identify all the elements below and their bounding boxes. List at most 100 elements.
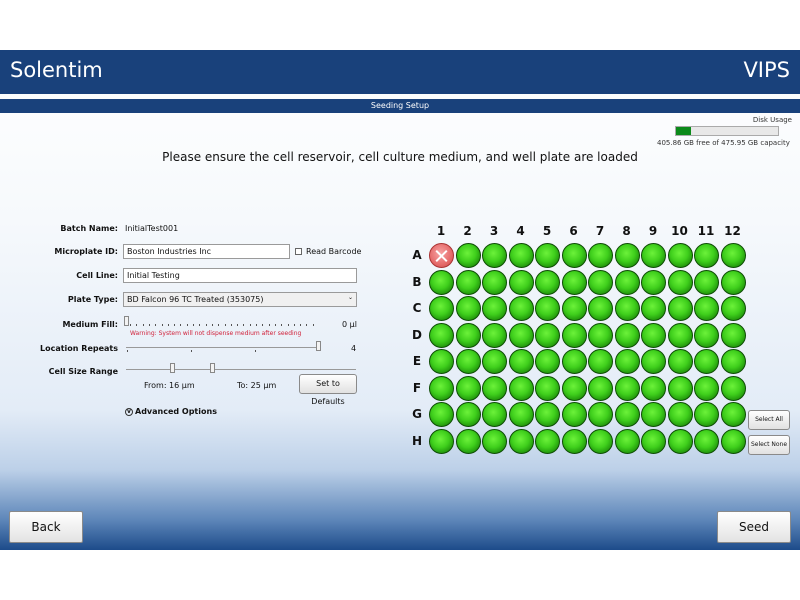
well-b5[interactable] <box>535 269 560 295</box>
well-g3[interactable] <box>482 402 507 427</box>
select-all-button[interactable]: Select All <box>748 410 790 430</box>
well-d5[interactable] <box>535 322 560 348</box>
well-a8[interactable] <box>614 243 640 268</box>
well-b6[interactable] <box>561 269 587 295</box>
well-d10[interactable] <box>667 322 693 348</box>
well-h12[interactable] <box>720 428 746 454</box>
well-a4[interactable] <box>508 243 534 268</box>
well-d11[interactable] <box>694 322 719 348</box>
well-e6[interactable] <box>561 349 587 374</box>
well-e11[interactable] <box>694 349 719 374</box>
well-b8[interactable] <box>614 269 640 295</box>
seed-button[interactable]: Seed <box>717 511 791 543</box>
well-b7[interactable] <box>588 269 613 295</box>
well-c6[interactable] <box>561 296 587 321</box>
well-g4[interactable] <box>508 402 534 427</box>
well-g10[interactable] <box>667 402 693 427</box>
location-repeats-slider-thumb[interactable] <box>316 341 321 351</box>
well-e7[interactable] <box>588 349 613 374</box>
well-f4[interactable] <box>508 375 534 401</box>
cell-size-from-thumb[interactable] <box>170 363 175 373</box>
well-f1[interactable] <box>429 375 454 401</box>
well-g9[interactable] <box>641 402 666 427</box>
well-d6[interactable] <box>561 322 587 348</box>
well-f7[interactable] <box>588 375 613 401</box>
well-c8[interactable] <box>614 296 640 321</box>
well-b11[interactable] <box>694 269 719 295</box>
well-c5[interactable] <box>535 296 560 321</box>
well-d2[interactable] <box>455 322 481 348</box>
well-f9[interactable] <box>641 375 666 401</box>
well-g1[interactable] <box>429 402 454 427</box>
well-a2[interactable] <box>455 243 481 268</box>
well-b4[interactable] <box>508 269 534 295</box>
plate-type-select[interactable]: BD Falcon 96 TC Treated (353075) ⌄ <box>123 292 357 307</box>
cell-size-range-slider[interactable] <box>126 369 356 370</box>
select-none-button[interactable]: Select None <box>748 435 790 455</box>
well-a12[interactable] <box>720 243 746 268</box>
well-a1[interactable] <box>429 243 454 268</box>
well-a3[interactable] <box>482 243 507 268</box>
well-f2[interactable] <box>455 375 481 401</box>
well-e4[interactable] <box>508 349 534 374</box>
well-d1[interactable] <box>429 322 454 348</box>
well-c7[interactable] <box>588 296 613 321</box>
well-h4[interactable] <box>508 428 534 454</box>
well-h3[interactable] <box>482 428 507 454</box>
well-b2[interactable] <box>455 269 481 295</box>
well-f8[interactable] <box>614 375 640 401</box>
well-g2[interactable] <box>455 402 481 427</box>
well-c2[interactable] <box>455 296 481 321</box>
well-a5[interactable] <box>535 243 560 268</box>
well-f11[interactable] <box>694 375 719 401</box>
well-g5[interactable] <box>535 402 560 427</box>
well-d4[interactable] <box>508 322 534 348</box>
microplate-id-field[interactable]: Boston Industries Inc <box>123 244 290 259</box>
well-h9[interactable] <box>641 428 666 454</box>
well-f12[interactable] <box>720 375 746 401</box>
well-e2[interactable] <box>455 349 481 374</box>
back-button[interactable]: Back <box>9 511 83 543</box>
well-c12[interactable] <box>720 296 746 321</box>
well-b9[interactable] <box>641 269 666 295</box>
well-h1[interactable] <box>429 428 454 454</box>
well-e8[interactable] <box>614 349 640 374</box>
well-e12[interactable] <box>720 349 746 374</box>
medium-fill-slider-thumb[interactable] <box>124 316 129 326</box>
well-a11[interactable] <box>694 243 719 268</box>
well-b10[interactable] <box>667 269 693 295</box>
well-h11[interactable] <box>694 428 719 454</box>
well-b12[interactable] <box>720 269 746 295</box>
well-h6[interactable] <box>561 428 587 454</box>
well-d3[interactable] <box>482 322 507 348</box>
well-c11[interactable] <box>694 296 719 321</box>
well-f3[interactable] <box>482 375 507 401</box>
well-d7[interactable] <box>588 322 613 348</box>
read-barcode-checkbox[interactable] <box>295 248 302 255</box>
well-h5[interactable] <box>535 428 560 454</box>
well-g6[interactable] <box>561 402 587 427</box>
location-repeats-slider[interactable] <box>126 347 321 348</box>
cell-line-field[interactable]: Initial Testing <box>123 268 357 283</box>
well-f5[interactable] <box>535 375 560 401</box>
well-c1[interactable] <box>429 296 454 321</box>
advanced-options-toggle[interactable]: v Advanced Options <box>125 407 217 416</box>
cell-size-to-thumb[interactable] <box>210 363 215 373</box>
well-c9[interactable] <box>641 296 666 321</box>
well-d12[interactable] <box>720 322 746 348</box>
well-g11[interactable] <box>694 402 719 427</box>
medium-fill-slider[interactable] <box>130 324 320 326</box>
well-a7[interactable] <box>588 243 613 268</box>
well-g8[interactable] <box>614 402 640 427</box>
well-a10[interactable] <box>667 243 693 268</box>
well-f6[interactable] <box>561 375 587 401</box>
well-c10[interactable] <box>667 296 693 321</box>
well-a6[interactable] <box>561 243 587 268</box>
well-e1[interactable] <box>429 349 454 374</box>
well-g7[interactable] <box>588 402 613 427</box>
well-e3[interactable] <box>482 349 507 374</box>
well-b1[interactable] <box>429 269 454 295</box>
well-h7[interactable] <box>588 428 613 454</box>
well-e5[interactable] <box>535 349 560 374</box>
well-e10[interactable] <box>667 349 693 374</box>
